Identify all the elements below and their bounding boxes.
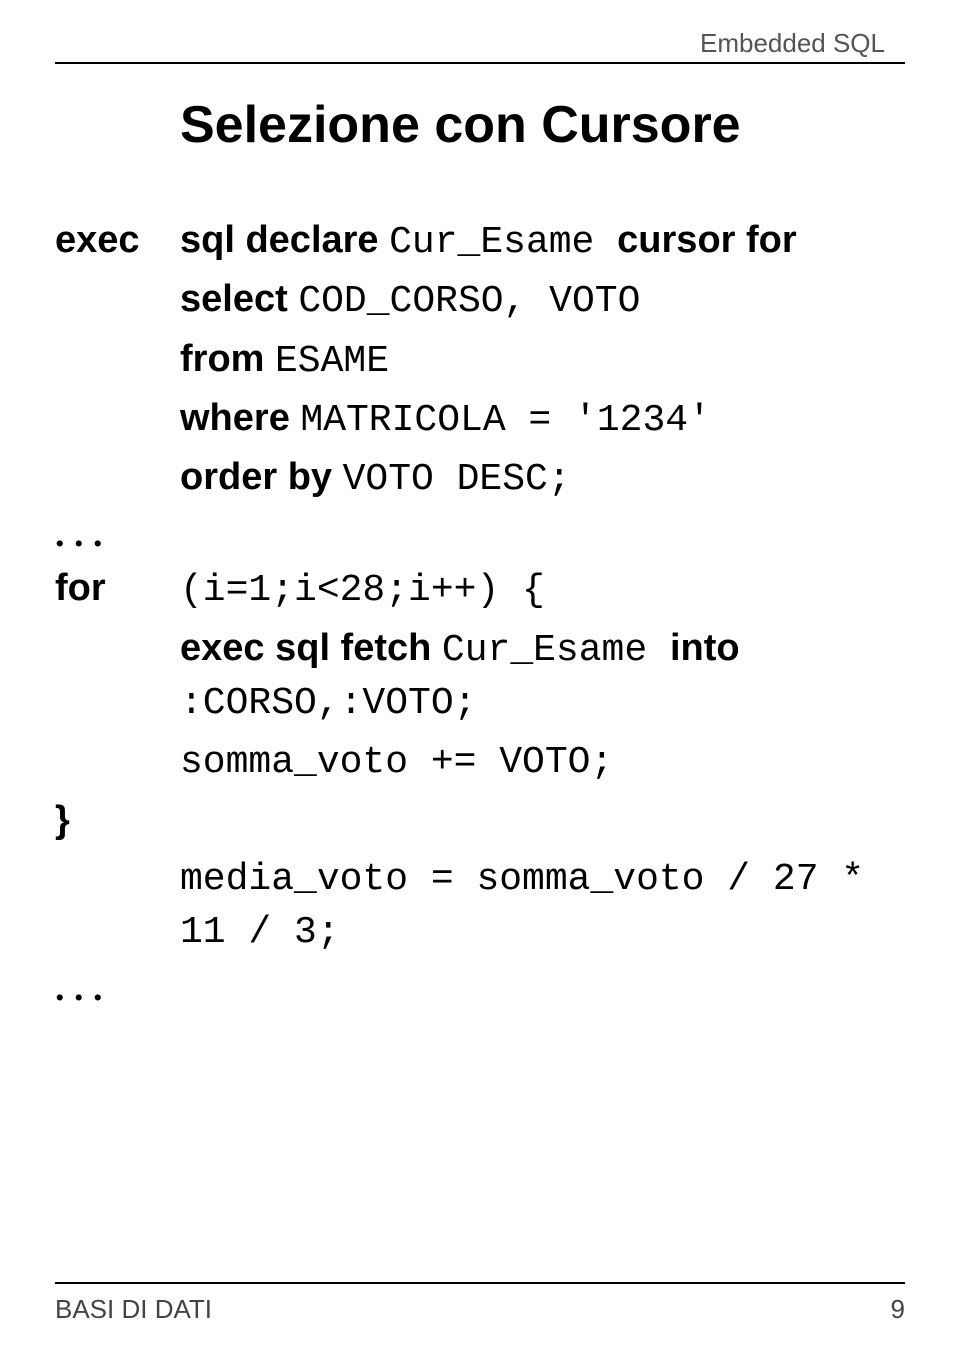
code-row: where MATRICOLA = '1234' bbox=[55, 393, 905, 446]
code-label: for bbox=[55, 563, 180, 616]
footer: BASI DI DATI 9 bbox=[55, 1282, 905, 1325]
keyword: select bbox=[180, 278, 298, 320]
code-label bbox=[55, 852, 180, 959]
code-line: somma_voto += VOTO; bbox=[180, 735, 905, 788]
literal: :CORSO,:VOTO; bbox=[180, 682, 476, 725]
code-label bbox=[55, 623, 180, 730]
literal: Cur_Esame bbox=[389, 221, 617, 264]
code-row: for(i=1;i<28;i++) { bbox=[55, 563, 905, 616]
code-line bbox=[180, 511, 905, 557]
keyword: where bbox=[180, 397, 300, 439]
code-label bbox=[55, 274, 180, 327]
literal: somma_voto += VOTO; bbox=[180, 741, 613, 784]
keyword: exec sql fetch bbox=[180, 627, 442, 669]
literal: Cur_Esame bbox=[442, 629, 670, 672]
code-label: . . . bbox=[55, 511, 180, 557]
code-line: exec sql fetch Cur_Esame into :CORSO,:VO… bbox=[180, 623, 905, 730]
code-row: order by VOTO DESC; bbox=[55, 452, 905, 505]
code-row: } bbox=[55, 795, 905, 846]
literal: MATRICOLA = '1234' bbox=[300, 399, 710, 442]
code-line: select COD_CORSO, VOTO bbox=[180, 274, 905, 327]
code-row: select COD_CORSO, VOTO bbox=[55, 274, 905, 327]
keyword: into bbox=[670, 627, 740, 669]
keyword: from bbox=[180, 338, 275, 380]
literal: ESAME bbox=[275, 340, 389, 383]
code-row: . . . bbox=[55, 511, 905, 557]
header-topic: Embedded SQL bbox=[700, 28, 885, 59]
code-line bbox=[180, 965, 905, 1011]
keyword: sql declare bbox=[180, 219, 389, 261]
code-label bbox=[55, 334, 180, 387]
code-row: exec sql fetch Cur_Esame into :CORSO,:VO… bbox=[55, 623, 905, 730]
literal: (i=1;i<28;i++) { bbox=[180, 569, 545, 612]
literal: VOTO DESC; bbox=[343, 458, 571, 501]
keyword: cursor for bbox=[617, 219, 796, 261]
code-line: media_voto = somma_voto / 27 * 11 / 3; bbox=[180, 852, 905, 959]
top-divider bbox=[55, 62, 905, 64]
code-label bbox=[55, 452, 180, 505]
code-label bbox=[55, 735, 180, 788]
code-row: from ESAME bbox=[55, 334, 905, 387]
code-line: order by VOTO DESC; bbox=[180, 452, 905, 505]
code-line: from ESAME bbox=[180, 334, 905, 387]
code-row: media_voto = somma_voto / 27 * 11 / 3; bbox=[55, 852, 905, 959]
code-row: . . . bbox=[55, 965, 905, 1011]
code-row: execsql declare Cur_Esame cursor for bbox=[55, 215, 905, 268]
footer-left: BASI DI DATI bbox=[55, 1294, 212, 1325]
keyword: order by bbox=[180, 456, 343, 498]
code-line: where MATRICOLA = '1234' bbox=[180, 393, 905, 446]
code-line bbox=[180, 795, 905, 846]
literal: COD_CORSO, VOTO bbox=[298, 280, 640, 323]
slide-title: Selezione con Cursore bbox=[180, 95, 741, 155]
footer-page-number: 9 bbox=[891, 1294, 905, 1325]
code-label: } bbox=[55, 795, 180, 846]
code-label: . . . bbox=[55, 965, 180, 1011]
literal: media_voto = somma_voto / 27 * 11 / 3; bbox=[180, 858, 864, 954]
bottom-divider bbox=[55, 1282, 905, 1284]
code-line: (i=1;i<28;i++) { bbox=[180, 563, 905, 616]
code-line: sql declare Cur_Esame cursor for bbox=[180, 215, 905, 268]
code-label: exec bbox=[55, 215, 180, 268]
code-label bbox=[55, 393, 180, 446]
code-row: somma_voto += VOTO; bbox=[55, 735, 905, 788]
code-block: execsql declare Cur_Esame cursor for sele… bbox=[55, 215, 905, 1017]
